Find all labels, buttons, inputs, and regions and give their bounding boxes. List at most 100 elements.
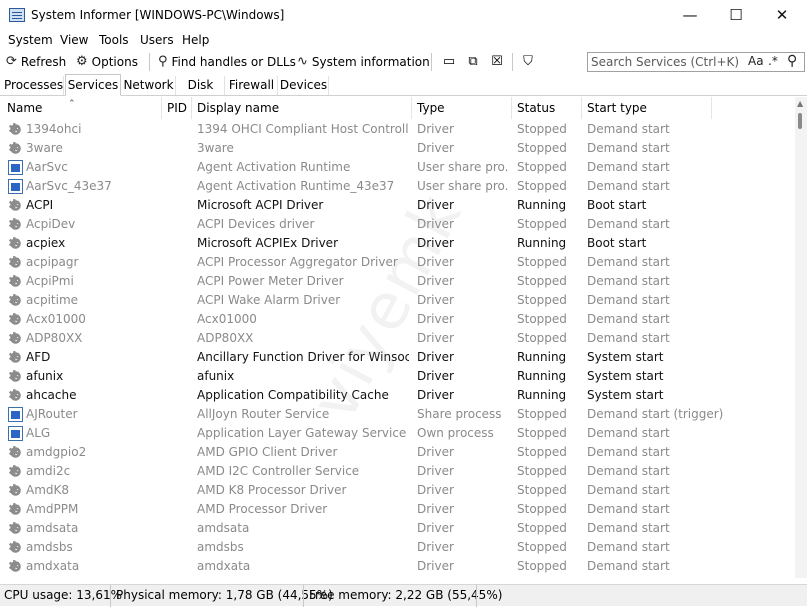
cell-start: System start <box>587 350 664 364</box>
cell-status: Running <box>517 350 567 364</box>
table-row[interactable]: acpitime ACPI Wake Alarm Driver Driver Stop… <box>0 290 795 310</box>
find-handles-button[interactable]: ⚲ Find handles or DLLs <box>158 54 296 69</box>
cell-start: Demand start <box>587 521 670 535</box>
menu-help[interactable]: Help <box>182 33 209 47</box>
table-row[interactable]: ahcache Application Compatibility Cache Dr… <box>0 385 795 405</box>
search-box[interactable]: Aa .* ⚲ <box>587 52 805 72</box>
cell-name: Acx01000 <box>26 312 86 326</box>
search-icon: ⚲ <box>158 54 168 69</box>
cell-type: User share pro... <box>417 179 509 193</box>
search-icon[interactable]: ⚲ <box>787 53 797 69</box>
cell-display: amdsbs <box>197 540 244 554</box>
column-status[interactable]: Status <box>512 97 582 119</box>
column-pid[interactable]: PID <box>162 97 192 119</box>
driver-gear-icon <box>8 518 23 538</box>
column-type[interactable]: Type <box>412 97 512 119</box>
tab-firewall[interactable]: Firewall <box>226 76 278 95</box>
driver-gear-icon <box>8 309 23 329</box>
cell-display: Microsoft ACPIEx Driver <box>197 236 338 250</box>
cell-pid <box>162 139 186 158</box>
options-button[interactable]: ⚙ Options <box>76 54 138 69</box>
table-row[interactable]: AmdPPM AMD Processor Driver Driver Stopped D… <box>0 499 795 519</box>
table-row[interactable]: AJRouter AllJoyn Router Service Share proc… <box>0 405 795 424</box>
match-case-toggle[interactable]: Aa <box>748 54 764 68</box>
table-row[interactable]: amdgpio2 AMD GPIO Client Driver Driver Stop… <box>0 442 795 462</box>
cell-name: amdi2c <box>26 464 71 478</box>
table-row[interactable]: AarSvc_43e37 Agent Activation Runtime_43e… <box>0 177 795 196</box>
driver-gear-icon <box>8 120 23 139</box>
window-icon[interactable]: ▭ <box>441 54 457 70</box>
table-row[interactable]: afunix afunix Driver Running System start <box>0 366 795 386</box>
cell-type: Own process <box>417 426 494 440</box>
table-row[interactable]: amdsbs amdsbs Driver Stopped Demand start <box>0 537 795 557</box>
cell-status: Stopped <box>517 122 567 136</box>
cell-start: Boot start <box>587 198 647 212</box>
table-row[interactable]: ADP80XX ADP80XX Driver Stopped Demand start <box>0 328 795 348</box>
cell-type: Driver <box>417 293 454 307</box>
menu-users[interactable]: Users <box>140 33 174 47</box>
window-find-icon[interactable]: ⧉ <box>465 54 481 70</box>
column-name[interactable]: Name ⌃ <box>2 97 162 119</box>
maximize-button[interactable]: ☐ <box>713 0 759 32</box>
table-row[interactable]: AmdK8 AMD K8 Processor Driver Driver Stoppe… <box>0 480 795 500</box>
table-row[interactable]: AarSvc Agent Activation Runtime User share… <box>0 158 795 177</box>
status-bar: CPU usage: 13,61% Physical memory: 1,78 … <box>0 584 807 607</box>
tab-network[interactable]: Network <box>122 76 176 95</box>
cell-start: Demand start <box>587 426 670 440</box>
shield-icon[interactable]: ⛉ <box>520 54 536 70</box>
system-information-button[interactable]: ∿ System information <box>297 54 430 69</box>
table-row[interactable]: acpiex Microsoft ACPIEx Driver Driver Runni… <box>0 233 795 253</box>
cpu-usage: CPU usage: 13,61% <box>4 588 123 602</box>
cell-pid <box>162 177 186 196</box>
table-row[interactable]: Acx01000 Acx01000 Driver Stopped Demand star… <box>0 309 795 329</box>
refresh-icon: ⟳ <box>6 54 17 69</box>
cell-pid <box>162 215 186 234</box>
table-row[interactable]: AcpiPmi ACPI Power Meter Driver Driver Stop… <box>0 271 795 291</box>
cell-status: Stopped <box>517 502 567 516</box>
cell-pid <box>162 367 186 386</box>
cell-status: Stopped <box>517 559 567 573</box>
tab-disk[interactable]: Disk <box>177 76 225 95</box>
close-button[interactable]: ✕ <box>759 0 805 32</box>
vertical-scrollbar[interactable]: ▲ <box>795 97 807 578</box>
window-close-icon[interactable]: ☒ <box>489 54 505 70</box>
cell-start: Demand start <box>587 293 670 307</box>
table-row[interactable]: amdxata amdxata Driver Stopped Demand start <box>0 556 795 576</box>
cell-type: Driver <box>417 369 454 383</box>
service-window-icon <box>8 179 23 194</box>
table-row[interactable]: AFD Ancillary Function Driver for Winsock… <box>0 347 795 367</box>
column-start-type[interactable]: Start type <box>582 97 712 119</box>
cell-status: Stopped <box>517 217 567 231</box>
cell-start: Boot start <box>587 236 647 250</box>
column-display-name[interactable]: Display name <box>192 97 412 119</box>
cell-pid <box>162 234 186 253</box>
menu-tools[interactable]: Tools <box>99 33 129 47</box>
table-row[interactable]: acpipagr ACPI Processor Aggregator Driver… <box>0 252 795 272</box>
scrollbar-thumb[interactable] <box>798 113 802 129</box>
cell-type: Driver <box>417 198 454 212</box>
search-input[interactable] <box>591 54 747 70</box>
cell-start: Demand start <box>587 255 670 269</box>
table-row[interactable]: 3ware 3ware Driver Stopped Demand start <box>0 138 795 158</box>
refresh-button[interactable]: ⟳ Refresh <box>6 54 66 69</box>
table-row[interactable]: amdi2c AMD I2C Controller Service Driver St… <box>0 461 795 481</box>
table-row[interactable]: ALG Application Layer Gateway Service Own … <box>0 424 795 443</box>
menu-system[interactable]: System <box>8 33 53 47</box>
toolbar-separator <box>149 53 150 71</box>
regex-toggle[interactable]: .* <box>768 54 778 68</box>
table-row[interactable]: AcpiDev ACPI Devices driver Driver Stopped D… <box>0 214 795 234</box>
tab-processes[interactable]: Processes <box>4 76 64 95</box>
title-bar: System Informer [WINDOWS-PC\Windows] — ☐… <box>0 0 807 32</box>
cell-name: acpiex <box>26 236 66 250</box>
scroll-up-icon[interactable]: ▲ <box>797 99 803 108</box>
menu-view[interactable]: View <box>60 33 88 47</box>
column-header: Name ⌃ PID Display name Type Status Start… <box>0 97 795 119</box>
cell-type: Driver <box>417 483 454 497</box>
table-row[interactable]: ACPI Microsoft ACPI Driver Driver Running Bo… <box>0 195 795 215</box>
table-row[interactable]: amdsata amdsata Driver Stopped Demand start <box>0 518 795 538</box>
minimize-button[interactable]: — <box>667 0 713 32</box>
table-row[interactable]: 1394ohci 1394 OHCI Compliant Host Control… <box>0 120 795 139</box>
tab-devices[interactable]: Devices <box>279 76 329 95</box>
cell-status: Stopped <box>517 255 567 269</box>
driver-gear-icon <box>8 537 23 557</box>
